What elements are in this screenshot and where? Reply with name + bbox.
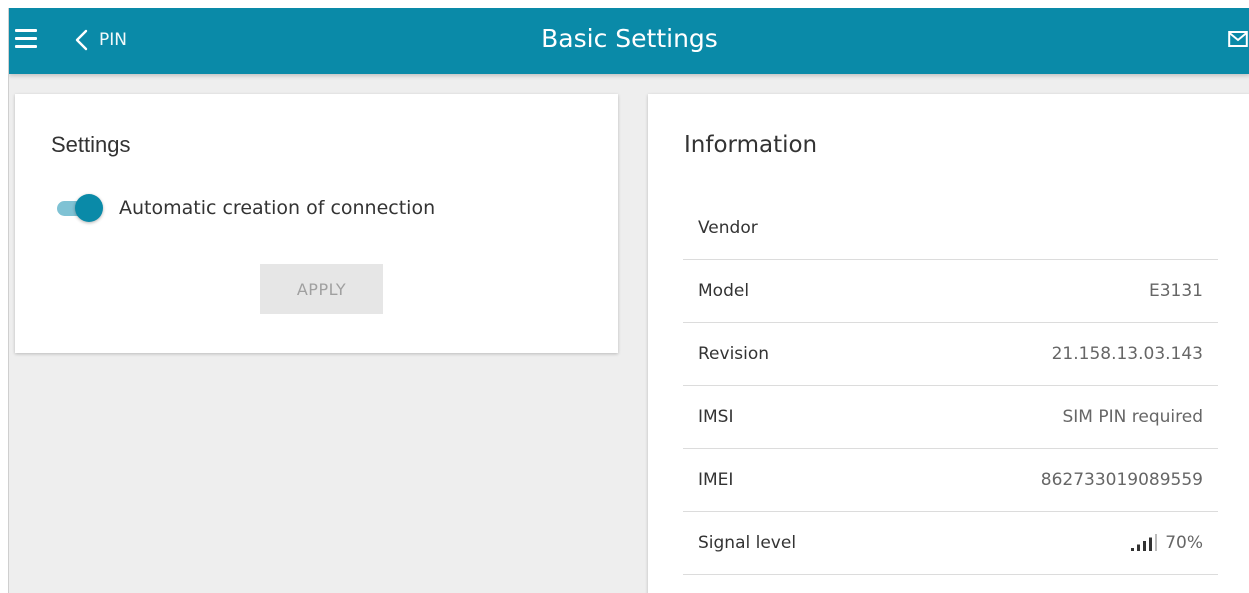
signal-bar bbox=[1143, 541, 1147, 551]
signal-bar bbox=[1131, 548, 1135, 551]
revision-label: Revision bbox=[698, 344, 770, 364]
model-label: Model bbox=[698, 281, 750, 301]
imei-value: 862733019089559 bbox=[1040, 470, 1203, 490]
signal-bars-icon bbox=[1131, 534, 1158, 551]
info-row-revision: Revision 21.158.13.03.143 bbox=[683, 323, 1218, 386]
information-card: Information Vendor Model E3131 Revision … bbox=[648, 94, 1249, 593]
revision-value: 21.158.13.03.143 bbox=[1051, 344, 1203, 364]
signal-bar bbox=[1155, 534, 1158, 551]
page-title: Basic Settings bbox=[541, 24, 718, 53]
info-table: Vendor Model E3131 Revision 21.158.13.03… bbox=[683, 197, 1218, 575]
imsi-label: IMSI bbox=[698, 407, 734, 427]
imsi-value: SIM PIN required bbox=[1062, 407, 1204, 427]
information-title: Information bbox=[684, 132, 818, 158]
imei-label: IMEI bbox=[698, 470, 734, 490]
info-row-signal: Signal level 70% bbox=[683, 512, 1218, 575]
info-row-model: Model E3131 bbox=[683, 260, 1218, 323]
signal-value-wrap: 70% bbox=[1129, 533, 1203, 553]
model-value: E3131 bbox=[1148, 281, 1203, 301]
signal-bar bbox=[1137, 544, 1141, 551]
settings-title: Settings bbox=[51, 132, 131, 157]
signal-value: 70% bbox=[1165, 533, 1203, 553]
info-row-imsi: IMSI SIM PIN required bbox=[683, 386, 1218, 449]
settings-card: Settings Automatic creation of connectio… bbox=[15, 94, 618, 353]
signal-label: Signal level bbox=[698, 533, 797, 553]
signal-bar bbox=[1149, 537, 1153, 551]
mail-icon[interactable] bbox=[1228, 30, 1248, 48]
top-bar: PIN Basic Settings bbox=[9, 8, 1249, 74]
info-row-vendor: Vendor bbox=[683, 197, 1218, 260]
vendor-label: Vendor bbox=[698, 218, 758, 238]
auto-connection-row: Automatic creation of connection bbox=[55, 194, 435, 222]
app-frame: PIN Basic Settings Settings Automatic cr… bbox=[8, 8, 1249, 593]
apply-button[interactable]: APPLY bbox=[260, 264, 383, 314]
auto-connection-toggle[interactable] bbox=[55, 194, 103, 222]
info-row-imei: IMEI 862733019089559 bbox=[683, 449, 1218, 512]
toggle-knob bbox=[75, 194, 103, 222]
auto-connection-label: Automatic creation of connection bbox=[119, 197, 436, 219]
